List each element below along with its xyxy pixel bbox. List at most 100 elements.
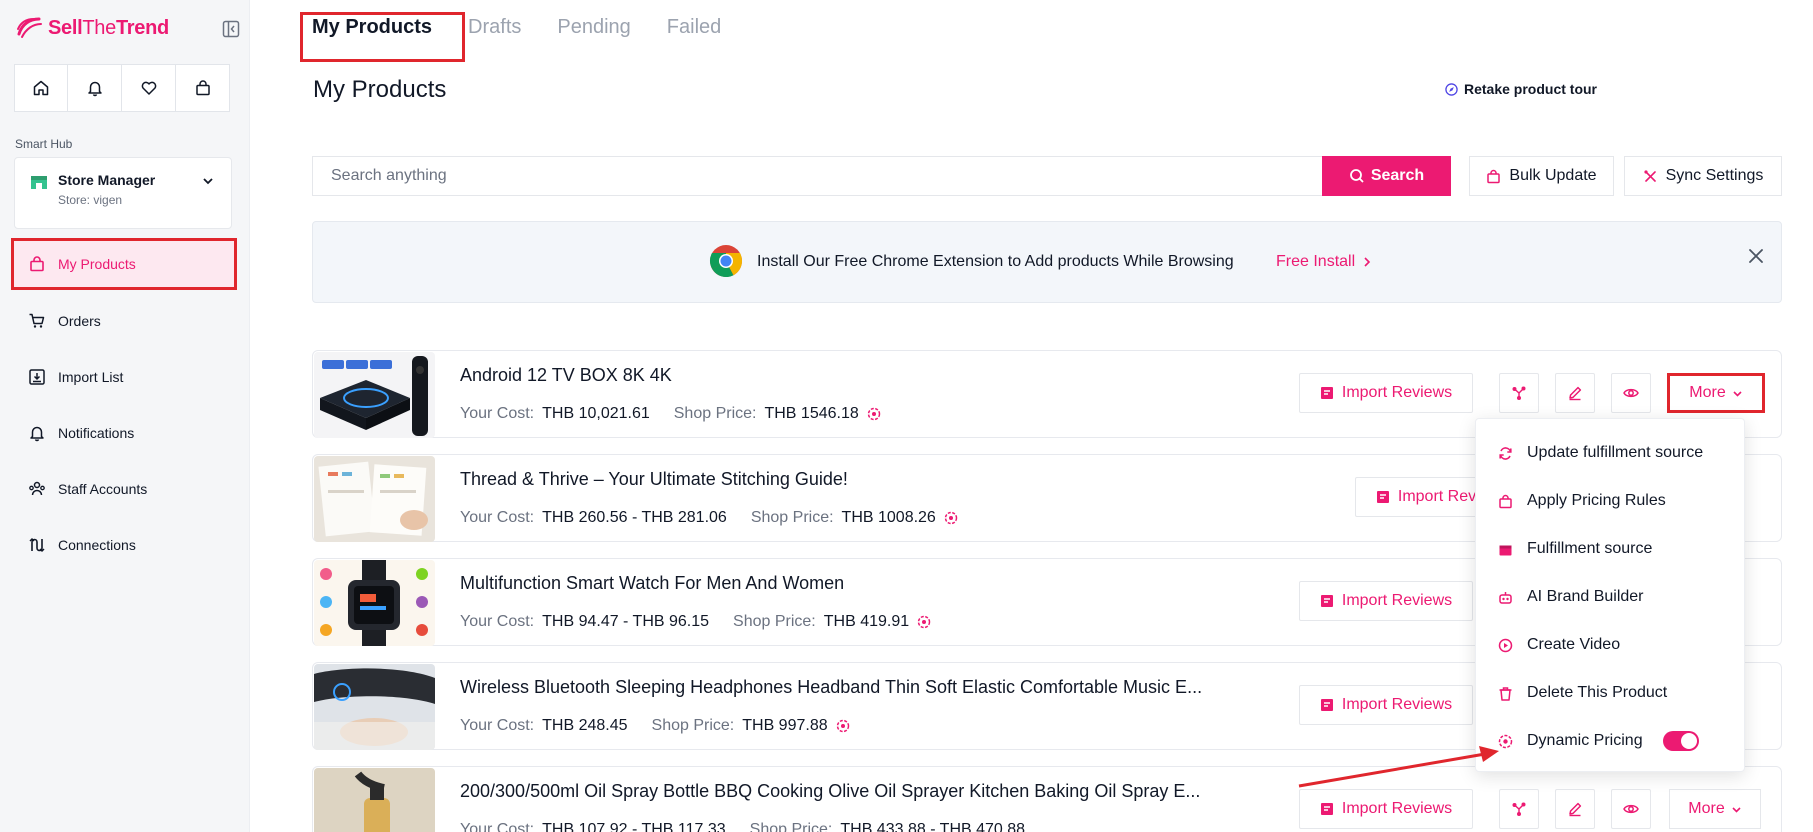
- chevron-right-icon: [1364, 257, 1371, 267]
- your-cost-value: THB 94.47 - THB 96.15: [542, 613, 710, 630]
- play-icon: [1498, 638, 1513, 652]
- reviews-icon: [1376, 491, 1389, 503]
- edit-button[interactable]: [1555, 373, 1595, 413]
- brand-logo[interactable]: SellTheTrend: [16, 14, 169, 42]
- store-selector[interactable]: Store Manager Store: vigen: [14, 157, 232, 229]
- import-reviews-label: Import Reviews: [1341, 384, 1453, 401]
- product-title[interactable]: 200/300/500ml Oil Spray Bottle BBQ Cooki…: [460, 781, 1200, 802]
- import-reviews-button[interactable]: Import Reviews: [1299, 581, 1473, 621]
- tv-box-image: [314, 352, 435, 438]
- view-button[interactable]: [1611, 373, 1651, 413]
- store-name: Store Manager: [58, 172, 156, 188]
- product-title[interactable]: Wireless Bluetooth Sleeping Headphones H…: [460, 677, 1202, 698]
- edit-button[interactable]: [1555, 789, 1595, 829]
- cart-icon: [29, 313, 45, 328]
- collapse-sidebar-icon[interactable]: [222, 20, 240, 38]
- free-install-label: Free Install: [1276, 253, 1356, 270]
- more-button[interactable]: More: [1667, 373, 1765, 413]
- eye-icon: [1623, 804, 1639, 814]
- search-button[interactable]: Search: [1322, 156, 1451, 196]
- product-thumbnail[interactable]: [314, 768, 435, 832]
- import-reviews-label: Import Reviews: [1341, 592, 1453, 609]
- favorites-button[interactable]: [122, 64, 176, 112]
- smart-hub-label: Smart Hub: [15, 137, 73, 151]
- import-reviews-button[interactable]: Import Reviews: [1299, 685, 1473, 725]
- product-row: 200/300/500ml Oil Spray Bottle BBQ Cooki…: [312, 766, 1782, 832]
- menu-item-ai-brand-builder[interactable]: AI Brand Builder: [1476, 573, 1746, 621]
- menu-item-delete-product[interactable]: Delete This Product: [1476, 669, 1746, 717]
- heart-icon: [141, 81, 156, 95]
- box-icon: [1499, 545, 1512, 555]
- eye-icon: [1623, 388, 1639, 398]
- import-reviews-button[interactable]: Import Reviews: [1299, 373, 1473, 413]
- bulk-update-button[interactable]: Bulk Update: [1469, 156, 1614, 196]
- menu-item-fulfillment-source[interactable]: Fulfillment source: [1476, 525, 1746, 573]
- tab-highlight-box: [300, 12, 465, 62]
- quick-actions: [14, 64, 230, 112]
- product-thumbnail[interactable]: [314, 560, 435, 646]
- dynamic-pricing-icon: [917, 615, 931, 629]
- product-thumbnail[interactable]: [314, 664, 435, 750]
- close-icon[interactable]: [1748, 248, 1764, 264]
- sidebar-item-my-products[interactable]: My Products: [11, 238, 237, 290]
- sidebar-item-notifications[interactable]: Notifications: [14, 410, 234, 456]
- smart-watch-image: [314, 560, 435, 646]
- product-title[interactable]: Android 12 TV BOX 8K 4K: [460, 365, 672, 386]
- share-icon: [1512, 802, 1526, 816]
- search-input[interactable]: [313, 157, 1325, 195]
- home-button[interactable]: [14, 64, 68, 112]
- sidebar-item-orders[interactable]: Orders: [14, 298, 234, 344]
- your-cost-label: Your Cost:: [460, 405, 535, 422]
- more-label: More: [1689, 384, 1726, 401]
- shop-price-value: THB 997.88: [742, 717, 828, 734]
- sidebar-item-label: Connections: [58, 537, 136, 553]
- pencil-icon: [1569, 802, 1582, 817]
- chrome-extension-banner: Install Our Free Chrome Extension to Add…: [312, 221, 1782, 303]
- shop-price-label: Shop Price:: [673, 405, 757, 422]
- menu-item-dynamic-pricing[interactable]: Dynamic Pricing: [1476, 717, 1746, 765]
- share-button[interactable]: [1499, 789, 1539, 829]
- product-thumbnail[interactable]: [314, 352, 435, 438]
- shop-button[interactable]: [176, 64, 230, 112]
- product-pricing: Your Cost: THB 10,021.61 Shop Price: THB…: [460, 405, 881, 423]
- import-reviews-button[interactable]: Import Reviews: [1299, 789, 1473, 829]
- sidebar-item-staff-accounts[interactable]: Staff Accounts: [14, 466, 234, 512]
- share-icon: [1512, 386, 1526, 400]
- search-button-label: Search: [1370, 167, 1425, 184]
- shop-price-label: Shop Price:: [749, 821, 833, 832]
- product-title[interactable]: Thread & Thrive – Your Ultimate Stitchin…: [460, 469, 848, 490]
- your-cost-label: Your Cost:: [460, 509, 535, 526]
- bell-icon: [30, 426, 44, 442]
- your-cost-value: THB 248.45: [542, 717, 628, 734]
- chevron-down-icon: [1733, 390, 1742, 397]
- chrome-icon: [709, 245, 743, 278]
- menu-item-apply-pricing-rules[interactable]: Apply Pricing Rules: [1476, 477, 1746, 525]
- import-reviews-label: Import Reviews: [1341, 696, 1453, 713]
- trash-icon: [1499, 686, 1512, 701]
- connections-icon: [29, 537, 45, 553]
- sidebar-item-connections[interactable]: Connections: [14, 522, 234, 568]
- menu-item-update-fulfillment-source[interactable]: Update fulfillment source: [1476, 429, 1746, 477]
- tab-failed[interactable]: Failed: [667, 16, 721, 44]
- your-cost-value: THB 107.92 - THB 117.33: [542, 821, 726, 832]
- compass-icon: [1445, 82, 1458, 96]
- dynamic-pricing-toggle[interactable]: [1662, 731, 1699, 751]
- product-thumbnail[interactable]: [314, 456, 435, 542]
- reviews-icon: [1320, 595, 1333, 607]
- your-cost-value: THB 260.56 - THB 281.06: [542, 509, 727, 526]
- share-button[interactable]: [1499, 373, 1539, 413]
- chevron-down-icon: [203, 178, 213, 185]
- menu-item-create-video[interactable]: Create Video: [1476, 621, 1746, 669]
- pencil-icon: [1569, 386, 1582, 401]
- more-button[interactable]: More: [1669, 789, 1761, 829]
- tab-drafts[interactable]: Drafts: [468, 16, 521, 44]
- sidebar-item-import-list[interactable]: Import List: [14, 354, 234, 400]
- retake-tour-link[interactable]: Retake product tour: [1445, 81, 1597, 97]
- tab-pending[interactable]: Pending: [557, 16, 630, 44]
- product-title[interactable]: Multifunction Smart Watch For Men And Wo…: [460, 573, 844, 594]
- view-button[interactable]: [1611, 789, 1651, 829]
- sync-settings-button[interactable]: Sync Settings: [1624, 156, 1782, 196]
- bell-button[interactable]: [68, 64, 122, 112]
- free-install-link[interactable]: Free Install: [1276, 253, 1371, 271]
- sync-settings-label: Sync Settings: [1665, 167, 1764, 184]
